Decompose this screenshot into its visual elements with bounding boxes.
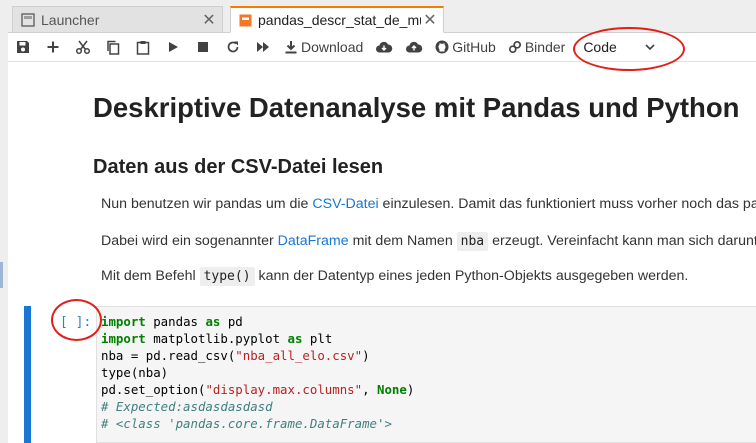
cloud-upload-icon[interactable] (399, 35, 429, 59)
text: Nun benutzen wir pandas um die (101, 196, 313, 212)
restart-icon[interactable] (218, 35, 248, 59)
paragraph-2: Dabei wird ein sogenannter DataFrame mit… (101, 232, 756, 251)
github-button[interactable]: GitHub (429, 35, 502, 59)
binder-label: Binder (524, 39, 566, 55)
paragraph-1: Nun benutzen wir pandas um die CSV-Datei… (101, 196, 756, 212)
cut-icon[interactable] (68, 35, 98, 59)
text: Mit dem Befehl (101, 268, 200, 284)
inline-code: nba (456, 232, 489, 251)
tab-notebook[interactable]: pandas_descr_stat_de_muste ✕ (230, 6, 444, 33)
github-icon (435, 40, 449, 54)
cell-selection-bar[interactable] (24, 306, 31, 443)
close-icon[interactable]: ✕ (200, 10, 218, 30)
code-comment: # Expected:asdasdasdasd (101, 399, 273, 414)
launcher-icon (21, 12, 35, 27)
code-line: import matplotlib.pyplot as plt (101, 331, 333, 346)
text: Dabei wird ein sogenannter (101, 233, 278, 249)
text: kann der Datentyp eines jeden Python-Obj… (254, 268, 689, 284)
run-icon[interactable] (158, 35, 188, 59)
cloud-download-icon[interactable] (369, 35, 399, 59)
annotation-oval-cell-type (573, 27, 685, 71)
close-icon[interactable]: ✕ (421, 10, 439, 30)
copy-icon[interactable] (98, 35, 128, 59)
paste-icon[interactable] (128, 35, 158, 59)
notebook-icon (239, 14, 252, 27)
paragraph-3: Mit dem Befehl type() kann der Datentyp … (101, 267, 689, 286)
page-title: Deskriptive Datenanalyse mit Pandas und … (93, 92, 740, 123)
text: erzeugt. Vereinfacht kann man sich darun… (488, 233, 756, 249)
github-label: GitHub (452, 39, 496, 55)
code-comment: # <class 'pandas.core.frame.DataFrame'> (101, 416, 392, 431)
binder-icon (508, 40, 521, 54)
inline-code: type() (199, 267, 255, 286)
code-line: nba = pd.read_csv("nba_all_elo.csv") (101, 348, 370, 363)
binder-button[interactable]: Binder (502, 35, 571, 59)
code-line: type(nba) (101, 365, 169, 380)
tab-launcher[interactable]: Launcher ✕ (12, 6, 223, 32)
save-icon[interactable] (8, 35, 38, 59)
download-button[interactable]: Download (278, 35, 369, 59)
code-text[interactable]: import pandas as pd import matplotlib.pyp… (101, 313, 414, 432)
text: einzulesen. Damit das funktioniert muss … (378, 196, 756, 212)
annotation-oval-prompt (51, 299, 102, 341)
tab-label: Launcher (41, 11, 100, 28)
add-icon[interactable] (38, 35, 68, 59)
sidebar-marker (0, 262, 3, 288)
code-line: pd.set_option("display.max.columns", Non… (101, 382, 415, 397)
dataframe-link[interactable]: DataFrame (278, 233, 349, 249)
code-line: import pandas as pd (101, 314, 243, 329)
csv-link[interactable]: CSV-Datei (312, 196, 378, 212)
tab-label: pandas_descr_stat_de_muste (258, 12, 421, 28)
stop-icon[interactable] (188, 35, 218, 59)
text: mit dem Namen (348, 233, 457, 249)
fast-forward-icon[interactable] (248, 35, 278, 59)
download-icon (285, 41, 297, 54)
download-label: Download (301, 39, 364, 55)
section-heading: Daten aus der CSV-Datei lesen (93, 156, 384, 178)
